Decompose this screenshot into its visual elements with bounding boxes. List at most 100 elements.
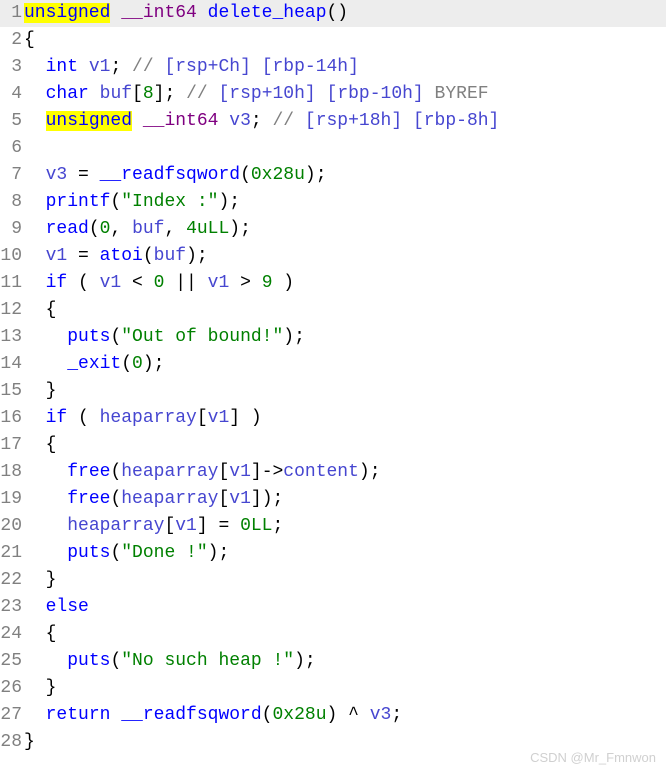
code-content: puts("Out of bound!"); bbox=[24, 324, 666, 351]
brace: { bbox=[24, 30, 35, 50]
code-content: } bbox=[24, 378, 666, 405]
brace: { bbox=[46, 435, 57, 455]
parens: () bbox=[327, 3, 349, 23]
variable: heaparray bbox=[121, 489, 218, 509]
number: 0x28u bbox=[251, 165, 305, 185]
paren: ( bbox=[110, 651, 121, 671]
code-line: 3 int v1; // [rsp+Ch] [rbp-14h] bbox=[0, 54, 666, 81]
function-call: puts bbox=[67, 327, 110, 347]
comment-ref: [rsp+Ch] bbox=[164, 57, 250, 77]
code-content: _exit(0); bbox=[24, 351, 666, 378]
line-number: 26 bbox=[0, 675, 24, 702]
paren: ( bbox=[240, 165, 251, 185]
brace: } bbox=[46, 570, 57, 590]
punct: ; bbox=[251, 111, 273, 131]
code-content: { bbox=[24, 621, 666, 648]
line-number: 16 bbox=[0, 405, 24, 432]
code-line: 12 { bbox=[0, 297, 666, 324]
code-line: 17 { bbox=[0, 432, 666, 459]
string: "Index :" bbox=[121, 192, 218, 212]
code-content: free(heaparray[v1]); bbox=[24, 486, 666, 513]
comma: , bbox=[164, 219, 186, 239]
semicolon: ; bbox=[272, 516, 283, 536]
space bbox=[424, 84, 435, 104]
space bbox=[197, 3, 208, 23]
code-content: if ( v1 < 0 || v1 > 9 ) bbox=[24, 270, 666, 297]
paren: ); bbox=[218, 192, 240, 212]
paren: ( bbox=[67, 273, 99, 293]
line-number: 12 bbox=[0, 297, 24, 324]
variable: v3 bbox=[370, 705, 392, 725]
number: 0 bbox=[154, 273, 165, 293]
indent bbox=[24, 300, 46, 320]
space bbox=[132, 111, 143, 131]
line-number: 18 bbox=[0, 459, 24, 486]
comment: // bbox=[186, 84, 218, 104]
keyword: if bbox=[46, 408, 68, 428]
number: 9 bbox=[262, 273, 273, 293]
line-number: 2 bbox=[0, 27, 24, 54]
operator: ) ^ bbox=[327, 705, 370, 725]
number: 0LL bbox=[240, 516, 272, 536]
code-line: 27 return __readfsqword(0x28u) ^ v3; bbox=[0, 702, 666, 729]
line-number: 5 bbox=[0, 108, 24, 135]
variable: v1 bbox=[46, 246, 68, 266]
string: "Out of bound!" bbox=[121, 327, 283, 347]
code-content: printf("Index :"); bbox=[24, 189, 666, 216]
line-number: 28 bbox=[0, 729, 24, 756]
variable: v1 bbox=[208, 273, 230, 293]
comment: BYREF bbox=[435, 84, 489, 104]
indent bbox=[24, 678, 46, 698]
code-content: v1 = atoi(buf); bbox=[24, 243, 666, 270]
code-block: 1unsigned __int64 delete_heap() 2{ 3 int… bbox=[0, 0, 666, 756]
line-number: 23 bbox=[0, 594, 24, 621]
line-number: 11 bbox=[0, 270, 24, 297]
indent bbox=[24, 273, 46, 293]
code-content: { bbox=[24, 432, 666, 459]
code-line: 9 read(0, buf, 4uLL); bbox=[0, 216, 666, 243]
paren: ); bbox=[143, 354, 165, 374]
brace: { bbox=[46, 624, 57, 644]
comment: // bbox=[132, 57, 164, 77]
line-number: 25 bbox=[0, 648, 24, 675]
code-line: 20 heaparray[v1] = 0LL; bbox=[0, 513, 666, 540]
space bbox=[110, 3, 121, 23]
code-line: 23 else bbox=[0, 594, 666, 621]
indent bbox=[24, 246, 46, 266]
variable: buf bbox=[100, 84, 132, 104]
indent bbox=[24, 354, 67, 374]
paren: ) bbox=[273, 273, 295, 293]
code-content: return __readfsqword(0x28u) ^ v3; bbox=[24, 702, 666, 729]
space bbox=[218, 111, 229, 131]
function-call: free bbox=[67, 462, 110, 482]
paren: ); bbox=[186, 246, 208, 266]
code-line: 4 char buf[8]; // [rsp+10h] [rbp-10h] BY… bbox=[0, 81, 666, 108]
paren: ( bbox=[110, 462, 121, 482]
code-line: 19 free(heaparray[v1]); bbox=[0, 486, 666, 513]
highlighted-keyword: unsigned bbox=[24, 3, 110, 23]
variable: v3 bbox=[46, 165, 68, 185]
number: 8 bbox=[143, 84, 154, 104]
code-line: 21 puts("Done !"); bbox=[0, 540, 666, 567]
space bbox=[316, 84, 327, 104]
paren: ( bbox=[262, 705, 273, 725]
code-line: 5 unsigned __int64 v3; // [rsp+18h] [rbp… bbox=[0, 108, 666, 135]
line-number: 20 bbox=[0, 513, 24, 540]
operator: > bbox=[229, 273, 261, 293]
keyword: else bbox=[46, 597, 89, 617]
semicolon: ; bbox=[391, 705, 402, 725]
code-line: 7 v3 = __readfsqword(0x28u); bbox=[0, 162, 666, 189]
comma: , bbox=[110, 219, 132, 239]
function-call: puts bbox=[67, 651, 110, 671]
indent bbox=[24, 408, 46, 428]
code-content: puts("No such heap !"); bbox=[24, 648, 666, 675]
code-content: } bbox=[24, 675, 666, 702]
line-number: 15 bbox=[0, 378, 24, 405]
space bbox=[251, 57, 262, 77]
line-number: 9 bbox=[0, 216, 24, 243]
code-content: puts("Done !"); bbox=[24, 540, 666, 567]
code-content: } bbox=[24, 567, 666, 594]
line-number: 14 bbox=[0, 351, 24, 378]
indent bbox=[24, 489, 67, 509]
type-keyword: char bbox=[46, 84, 89, 104]
